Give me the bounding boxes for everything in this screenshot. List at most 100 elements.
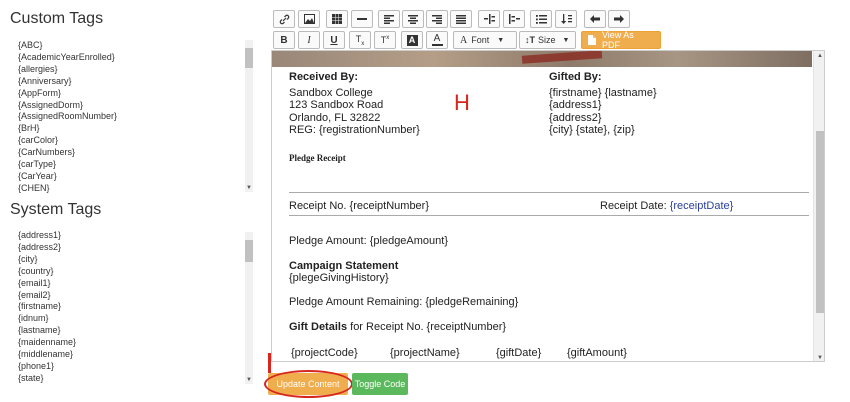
background-color-button[interactable]: A	[401, 31, 423, 49]
gift-column: {projectName}	[390, 347, 460, 359]
align-left-icon	[384, 14, 394, 24]
bullet-list-button[interactable]	[530, 10, 552, 28]
sort-button[interactable]	[555, 10, 577, 28]
receipt-number: Receipt No. {receiptNumber}	[289, 200, 430, 212]
list-item[interactable]: {address2}	[12, 242, 254, 254]
divider	[289, 215, 809, 216]
received-line: 123 Sandbox Road	[289, 99, 384, 111]
scrollbar-thumb[interactable]	[245, 48, 253, 68]
undo-button[interactable]	[584, 10, 606, 28]
list-item[interactable]: {country}	[12, 266, 254, 278]
system-tags-list: {address1} {address2} {city} {country} {…	[12, 230, 254, 386]
gift-column: {projectCode}	[291, 347, 358, 359]
list-item[interactable]: {CarNumbers}	[12, 147, 254, 159]
table-icon	[332, 14, 342, 24]
campaign-value: {plegeGivingHistory}	[289, 272, 389, 284]
system-tags-scrollbar[interactable]: ▼	[245, 232, 253, 384]
custom-tags-scrollbar[interactable]: ▼	[245, 40, 253, 192]
scroll-down-arrow-icon[interactable]: ▼	[814, 355, 824, 361]
received-by-heading: Received By:	[289, 71, 359, 83]
list-item[interactable]: {idnum}	[12, 313, 254, 325]
list-item[interactable]: {BrH}	[12, 123, 254, 135]
list-item[interactable]: {lastname}	[12, 325, 254, 337]
editor-scrollbar[interactable]: ▲ ▼	[813, 51, 824, 361]
toggle-code-button[interactable]: Toggle Code	[352, 373, 408, 395]
scroll-down-arrow-icon[interactable]: ▼	[245, 376, 253, 384]
align-center-button[interactable]	[402, 10, 424, 28]
bold-icon: B	[280, 34, 288, 46]
receipt-date-value: {receiptDate}	[669, 200, 734, 212]
underline-icon: U	[330, 34, 338, 46]
align-right-button[interactable]	[426, 10, 448, 28]
scrollbar-thumb[interactable]	[245, 240, 253, 262]
align-right-icon	[432, 14, 442, 24]
view-as-pdf-label: View As PDF	[601, 30, 634, 50]
justify-button[interactable]	[450, 10, 472, 28]
text-color-button[interactable]: A	[426, 31, 448, 49]
italic-button[interactable]: I	[298, 31, 320, 49]
bold-button[interactable]: B	[273, 31, 295, 49]
list-item[interactable]: {maidenname}	[12, 337, 254, 349]
file-icon	[588, 35, 596, 45]
list-item[interactable]: {CHEN}	[12, 183, 254, 195]
annotation-highlight-circle	[264, 370, 353, 398]
list-item[interactable]: {AppForm}	[12, 88, 254, 100]
align-left-button[interactable]	[378, 10, 400, 28]
list-item[interactable]: {city}	[12, 254, 254, 266]
gifted-line: {address2}	[549, 112, 602, 124]
content-editor[interactable]: Received By: Sandbox College 123 Sandbox…	[271, 50, 825, 362]
received-line: REG: {registrationNumber}	[289, 124, 420, 136]
underline-button[interactable]: U	[323, 31, 345, 49]
list-item[interactable]: {carColor}	[12, 135, 254, 147]
font-dropdown[interactable]: A Font ▼	[453, 31, 517, 49]
size-dropdown-label: Size	[538, 35, 556, 45]
system-tags-title: System Tags	[10, 201, 102, 218]
list-item[interactable]: {allergies}	[12, 64, 254, 76]
scroll-down-arrow-icon[interactable]: ▼	[245, 184, 253, 192]
pledge-amount: Pledge Amount: {pledgeAmount}	[289, 235, 449, 247]
link-button[interactable]	[273, 10, 295, 28]
header-banner-image	[272, 51, 812, 67]
outdent-icon	[508, 14, 520, 24]
list-item[interactable]: {ABC}	[12, 40, 254, 52]
table-button[interactable]	[326, 10, 348, 28]
superscript-button[interactable]: Tx	[374, 31, 396, 49]
list-item[interactable]: {carType}	[12, 159, 254, 171]
list-item[interactable]: {Anniversary}	[12, 76, 254, 88]
horizontal-rule-icon	[357, 18, 367, 20]
list-item[interactable]: {state}	[12, 373, 254, 385]
gifted-line: {address1}	[549, 99, 602, 111]
outdent-button[interactable]	[503, 10, 525, 28]
size-dropdown[interactable]: ↕T Size ▼	[519, 31, 576, 49]
redo-button[interactable]	[608, 10, 630, 28]
list-item[interactable]: {CarYear}	[12, 171, 254, 183]
gifted-by-heading: Gifted By:	[549, 71, 602, 83]
horizontal-rule-button[interactable]	[351, 10, 373, 28]
annotation-letter-h: H	[454, 90, 470, 115]
scrollbar-thumb[interactable]	[816, 131, 824, 313]
list-item[interactable]: {AssignedRoomNumber}	[12, 111, 254, 123]
annotation-marker-i	[268, 353, 271, 373]
clear-format-button[interactable]: Tx	[349, 31, 371, 49]
list-item[interactable]: {firstname}	[12, 301, 254, 313]
list-item[interactable]: {middlename}	[12, 349, 254, 361]
list-item[interactable]: {AssignedDorm}	[12, 100, 254, 112]
bullet-list-icon	[535, 14, 547, 24]
gift-details-line: Gift Details for Receipt No. {receiptNum…	[289, 321, 506, 333]
received-line: Orlando, FL 32822	[289, 112, 381, 124]
list-item[interactable]: {AcademicYearEnrolled}	[12, 52, 254, 64]
pledge-remaining: Pledge Amount Remaining: {pledgeRemainin…	[289, 296, 519, 308]
image-button[interactable]	[298, 10, 320, 28]
list-item[interactable]: {email2}	[12, 290, 254, 302]
list-item[interactable]: {email1}	[12, 278, 254, 290]
list-item[interactable]: {phone1}	[12, 361, 254, 373]
arrow-left-icon	[590, 15, 600, 23]
scroll-up-arrow-icon[interactable]: ▲	[814, 53, 824, 59]
justify-icon	[456, 14, 466, 24]
view-as-pdf-button[interactable]: View As PDF	[581, 30, 661, 50]
indent-button[interactable]	[478, 10, 500, 28]
gift-details-label: Gift Details	[289, 321, 348, 333]
list-item[interactable]: {address1}	[12, 230, 254, 242]
font-dropdown-label: Font	[471, 35, 490, 45]
gifted-line: {city} {state}, {zip}	[549, 124, 635, 136]
